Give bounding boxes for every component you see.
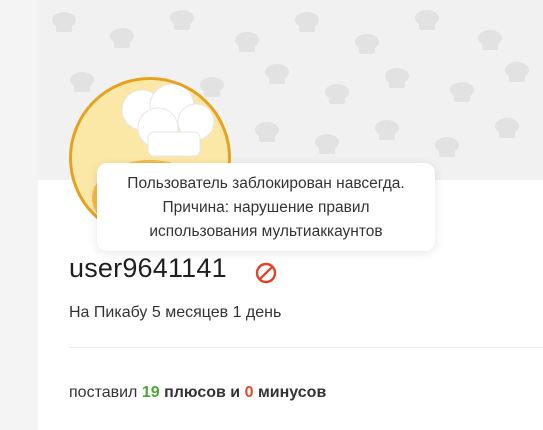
plus-count: 19 [141,384,160,401]
username: user9641141 [69,253,227,283]
ban-icon[interactable] [255,262,277,284]
tooltip-line: использования мультиаккаунтов [149,223,383,240]
tooltip-line: Причина: нарушение правил [162,199,370,216]
minus-count: 0 [244,384,254,401]
minus-label: минусов [253,384,327,401]
ban-reason-tooltip: Пользователь заблокирован навсегда. Прич… [97,163,435,251]
stats-prefix: поставил [69,384,142,401]
vote-stats: поставил 19 плюсов и 0 минусов [69,384,326,402]
plus-label: плюсов и [159,384,245,401]
member-since: На Пикабу 5 месяцев 1 день [69,304,282,321]
divider [69,347,543,348]
tooltip-line: Пользователь заблокирован навсегда. [127,175,405,192]
